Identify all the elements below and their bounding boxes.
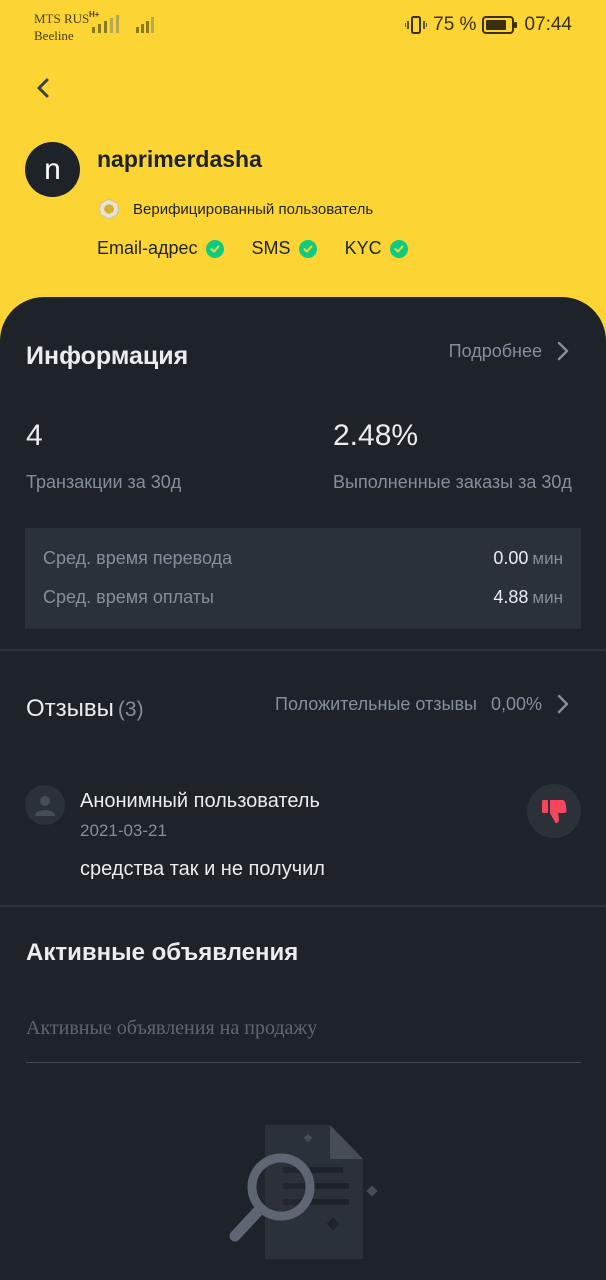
badge-kyc: KYC: [345, 238, 408, 259]
reviews-title-label: Отзывы: [26, 695, 114, 722]
username: naprimerdasha: [97, 146, 262, 172]
back-button[interactable]: [30, 72, 58, 104]
clock: 07:44: [524, 14, 572, 35]
avg-transfer-value: 0.00: [493, 548, 529, 568]
info-more-label: Подробнее: [448, 340, 542, 361]
avg-transfer-label: Сред. время перевода: [43, 548, 233, 568]
status-right: 75 % 07:44: [405, 14, 572, 36]
no-results-search-icon: [229, 1125, 378, 1259]
check-icon: [298, 239, 317, 258]
thumbs-down-icon: [542, 800, 567, 823]
chevron-left-icon: [37, 78, 49, 98]
reviews-title: Отзывы (3): [26, 695, 144, 723]
avg-times-box: Сред. время перевода 0.00 мин Сред. время…: [25, 528, 581, 629]
carrier1-label: MTS RUS: [34, 11, 90, 26]
tab-underline: [26, 1062, 581, 1063]
info-title: Информация: [26, 342, 189, 370]
reviews-more-link[interactable]: Положительные отзывы 0,00%: [275, 693, 570, 715]
info-more-link[interactable]: Подробнее: [449, 340, 570, 362]
signal2-icon: [136, 17, 154, 33]
review-date: 2021-03-21: [80, 821, 167, 840]
profile-header: MTS RUS Beeline H+ 75 % 07:44 n naprimer…: [0, 0, 606, 340]
chevron-right-icon: [557, 694, 569, 714]
badge-email-label: Email-адрес: [97, 238, 198, 258]
badge-sms-label: SMS: [251, 238, 291, 258]
reviews-count: (3): [117, 698, 144, 721]
chevron-right-icon: [557, 341, 569, 361]
verification-badges: Email-адрес SMS KYC: [97, 238, 408, 259]
avg-payment-label: Сред. время оплаты: [43, 587, 214, 607]
carrier-info: MTS RUS Beeline: [34, 10, 89, 44]
content-panel: Информация Подробнее 4 Транзакции за 30д…: [0, 297, 606, 1280]
avatar: n: [25, 142, 80, 197]
check-icon: [389, 239, 408, 258]
user-icon: [35, 796, 55, 816]
transactions-label: Транзакции за 30д: [26, 472, 182, 492]
completion-value: 2.48%: [333, 419, 419, 452]
check-icon: [205, 239, 224, 258]
battery-icon: [482, 16, 518, 34]
vibrate-icon: [405, 16, 428, 34]
verified-shield-icon: [98, 198, 120, 220]
active-ads-title: Активные объявления: [26, 939, 299, 966]
reviewer-avatar: [25, 785, 65, 825]
avg-payment-value: 4.88: [493, 587, 529, 607]
status-bar: MTS RUS Beeline H+ 75 % 07:44: [0, 0, 606, 50]
ads-sell-tab[interactable]: Активные объявления на продажу: [26, 1017, 317, 1040]
verified-label: Верифицированный пользователь: [133, 200, 374, 218]
positive-reviews-label: Положительные отзывы: [275, 693, 477, 714]
avg-payment-row: Сред. время оплаты 4.88 мин: [43, 587, 563, 608]
badge-sms: SMS: [252, 238, 317, 259]
badge-kyc-label: KYC: [344, 238, 382, 258]
badge-email: Email-адрес: [97, 238, 224, 259]
section-divider: [0, 905, 606, 907]
avg-transfer-unit: мин: [532, 549, 563, 568]
transactions-value: 4: [26, 419, 43, 452]
negative-review-indicator: [527, 784, 581, 838]
battery-percent: 75 %: [433, 14, 477, 35]
review-text: средства так и не получил: [80, 858, 325, 880]
carrier2-label: Beeline: [34, 28, 74, 43]
verified-status: Верифицированный пользователь: [97, 197, 373, 221]
avg-payment-unit: мин: [532, 588, 563, 607]
reviewer-name: Анонимный пользователь: [80, 790, 320, 812]
signal1-icon: [92, 15, 119, 33]
positive-reviews-value: 0,00%: [490, 693, 542, 714]
section-divider: [0, 649, 606, 651]
completion-label: Выполненные заказы за 30д: [333, 472, 572, 492]
avg-transfer-row: Сред. время перевода 0.00 мин: [43, 548, 563, 569]
